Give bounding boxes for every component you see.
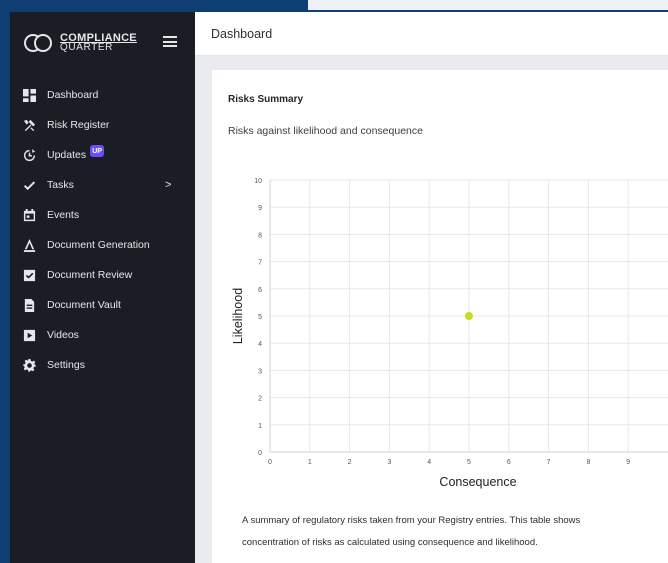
calendar-icon bbox=[22, 208, 36, 222]
sidebar-item-label: Settings bbox=[47, 359, 85, 371]
app-logo[interactable]: COMPLIANCE QUARTER bbox=[24, 28, 137, 58]
gear-icon bbox=[22, 358, 36, 372]
x-tick-label: 2 bbox=[348, 459, 352, 466]
y-tick-label: 2 bbox=[258, 396, 262, 403]
x-axis-title: Consequence bbox=[439, 475, 516, 489]
hamburger-menu-icon[interactable] bbox=[163, 36, 177, 47]
sidebar-item-label: Document Review bbox=[47, 269, 133, 281]
y-tick-label: 9 bbox=[258, 205, 262, 212]
y-tick-label: 6 bbox=[258, 287, 262, 294]
sidebar-item-tasks[interactable]: Tasks > bbox=[10, 170, 195, 200]
video-icon bbox=[22, 328, 36, 342]
sidebar-item-risk-register[interactable]: Risk Register bbox=[10, 110, 195, 140]
document-vault-icon bbox=[22, 298, 36, 312]
x-tick-label: 3 bbox=[387, 459, 391, 466]
sidebar-item-label: Document Vault bbox=[47, 299, 121, 311]
sidebar-item-videos[interactable]: Videos bbox=[10, 320, 195, 350]
x-tick-label: 9 bbox=[626, 459, 630, 466]
x-tick-label: 4 bbox=[427, 459, 431, 466]
sidebar-item-label: Risk Register bbox=[47, 119, 110, 131]
sidebar: COMPLIANCE QUARTER Dashboard Risk Regist… bbox=[10, 12, 195, 563]
risk-point bbox=[465, 312, 473, 320]
y-axis-title: Likelihood bbox=[231, 288, 245, 344]
x-tick-label: 1 bbox=[308, 459, 312, 466]
sidebar-item-updates[interactable]: Updates UP bbox=[10, 140, 195, 170]
x-tick-label: 6 bbox=[507, 459, 511, 466]
risks-summary-card: Risks Summary Risks against likelihood a… bbox=[212, 70, 668, 563]
sidebar-item-label: Events bbox=[47, 209, 80, 221]
top-header: Dashboard bbox=[195, 12, 668, 56]
y-tick-label: 8 bbox=[258, 232, 262, 239]
sidebar-item-label: Tasks bbox=[47, 179, 74, 191]
sidebar-item-document-review[interactable]: Document Review bbox=[10, 260, 195, 290]
sidebar-item-label: Updates bbox=[47, 149, 87, 161]
sidebar-item-document-vault[interactable]: Document Vault bbox=[10, 290, 195, 320]
sidebar-item-label: Videos bbox=[47, 329, 79, 341]
card-description-line2: concentration of risks as calculated usi… bbox=[242, 537, 538, 548]
x-tick-label: 0 bbox=[268, 459, 272, 466]
sidebar-item-events[interactable]: Events bbox=[10, 200, 195, 230]
check-icon bbox=[22, 178, 36, 192]
x-tick-label: 7 bbox=[547, 459, 551, 466]
logo-mark-icon bbox=[24, 32, 58, 54]
sidebar-item-label: Document Generation bbox=[47, 239, 150, 251]
document-review-icon bbox=[22, 268, 36, 282]
y-tick-label: 7 bbox=[258, 260, 262, 267]
tools-icon bbox=[22, 118, 36, 132]
y-tick-label: 0 bbox=[258, 450, 262, 457]
page-title: Dashboard bbox=[211, 27, 273, 41]
chevron-right-icon[interactable]: > bbox=[165, 179, 171, 191]
document-generation-icon bbox=[22, 238, 36, 252]
sidebar-nav: Dashboard Risk Register Updates UP Tasks… bbox=[10, 80, 195, 380]
card-subtitle: Risks against likelihood and consequence bbox=[228, 125, 423, 137]
sidebar-item-dashboard[interactable]: Dashboard bbox=[10, 80, 195, 110]
x-tick-label: 8 bbox=[586, 459, 590, 466]
top-strip bbox=[308, 0, 668, 10]
card-description-line1: A summary of regulatory risks taken from… bbox=[242, 515, 581, 526]
y-tick-label: 1 bbox=[258, 423, 262, 430]
x-tick-label: 5 bbox=[467, 459, 471, 466]
sidebar-item-settings[interactable]: Settings bbox=[10, 350, 195, 380]
card-description: A summary of regulatory risks taken from… bbox=[242, 510, 668, 554]
updates-icon bbox=[22, 148, 36, 162]
y-tick-label: 5 bbox=[258, 314, 262, 321]
card-title: Risks Summary bbox=[228, 94, 304, 105]
logo-line2: QUARTER bbox=[60, 42, 113, 53]
dashboard-icon bbox=[22, 88, 36, 102]
sidebar-item-label: Dashboard bbox=[47, 89, 99, 101]
updates-badge: UP bbox=[90, 145, 105, 157]
y-tick-label: 3 bbox=[258, 368, 262, 375]
sidebar-item-document-generation[interactable]: Document Generation bbox=[10, 230, 195, 260]
y-tick-label: 4 bbox=[258, 341, 262, 348]
y-tick-label: 10 bbox=[254, 178, 262, 185]
risk-scatter-chart: 0 1 2 3 4 5 6 7 8 9 10 0 1 2 3 4 5 6 7 8 9 Consequence Likelih… bbox=[231, 178, 668, 489]
